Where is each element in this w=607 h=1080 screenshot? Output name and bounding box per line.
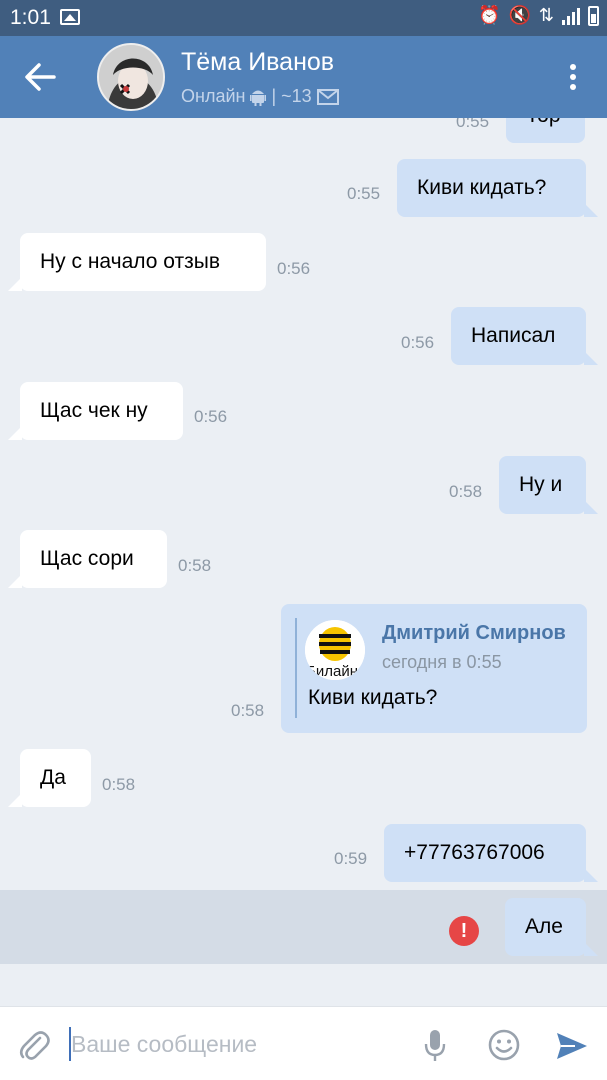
- message-text: Але: [525, 915, 563, 938]
- more-options-icon[interactable]: [569, 64, 577, 90]
- forward-author-name[interactable]: Дмитрий Смирнов: [382, 622, 566, 645]
- status-icons: ⏰ 🔇 ⇅: [478, 5, 599, 26]
- message-text: Ну с начало отзыв: [40, 250, 220, 273]
- send-icon[interactable]: [555, 1031, 589, 1061]
- status-time: 1:01: [10, 6, 51, 29]
- gallery-icon: [60, 9, 80, 25]
- alarm-icon: ⏰: [478, 5, 501, 25]
- message-time: 0:56: [401, 333, 435, 352]
- message-text: Щас чек ну: [40, 399, 148, 422]
- message-time: 0:59: [334, 849, 368, 868]
- data-transfer-icon: ⇅: [538, 5, 554, 25]
- message-text: Да: [40, 766, 66, 789]
- message-time: 0:55: [347, 184, 381, 203]
- android-icon: [250, 90, 267, 106]
- message-list[interactable]: Тор 0:55 Киви кидать? 0:55 Ну с начало о…: [0, 118, 607, 1006]
- message-time: 0:55: [456, 118, 490, 131]
- quote-bar: [295, 618, 297, 718]
- failed-message-row[interactable]: ! Але: [0, 890, 607, 964]
- forwarded-message-bubble[interactable]: Билайн Дмитрий Смирнов сегодня в 0:55 Ки…: [281, 604, 587, 733]
- status-separator: |: [271, 86, 277, 106]
- contact-status: Онлайн | ~13: [181, 86, 339, 107]
- message-input[interactable]: [71, 1025, 401, 1063]
- message-bubble-outgoing[interactable]: Киви кидать?: [397, 159, 598, 217]
- online-status: Онлайн: [181, 86, 246, 106]
- message-text: Киви кидать?: [417, 176, 547, 199]
- message-time: 0:56: [277, 259, 311, 278]
- mute-icon: 🔇: [508, 5, 531, 25]
- message-bubble-outgoing[interactable]: Тор: [506, 118, 585, 143]
- contact-avatar[interactable]: [97, 43, 165, 111]
- contact-name[interactable]: Тёма Иванов: [181, 48, 334, 77]
- message-text: Написал: [471, 324, 556, 347]
- message-bubble-outgoing[interactable]: Написал: [451, 307, 598, 365]
- forward-text: Киви кидать?: [308, 686, 438, 709]
- unread-count: ~13: [281, 86, 312, 106]
- signal-icon: [562, 7, 580, 25]
- message-bubble-incoming[interactable]: Да: [8, 749, 91, 807]
- message-text: Щас сори: [40, 547, 134, 570]
- message-bubble-incoming[interactable]: Щас чек ну: [8, 382, 183, 440]
- message-bubble-incoming[interactable]: Ну с начало отзыв: [8, 233, 266, 291]
- message-bubble-outgoing[interactable]: +77763767006: [384, 824, 598, 882]
- forward-date: сегодня в 0:55: [382, 652, 502, 672]
- message-composer: [0, 1006, 607, 1080]
- message-time: 0:58: [231, 701, 265, 720]
- status-bar: 1:01 ⏰ 🔇 ⇅: [0, 0, 607, 36]
- paperclip-icon[interactable]: [18, 1029, 50, 1063]
- forward-author-avatar-text: Билайн: [306, 663, 358, 680]
- message-text: Ну и: [519, 473, 563, 496]
- message-bubble-incoming[interactable]: Щас сори: [8, 530, 167, 588]
- smile-icon[interactable]: [488, 1029, 520, 1061]
- message-bubble-outgoing[interactable]: Ну и: [499, 456, 598, 514]
- message-time: 0:58: [449, 482, 483, 501]
- chat-header: Тёма Иванов Онлайн | ~13: [0, 36, 607, 118]
- message-time: 0:58: [102, 775, 136, 794]
- message-time: 0:56: [194, 407, 228, 426]
- back-arrow-icon[interactable]: [24, 62, 56, 92]
- forward-author-avatar[interactable]: Билайн: [305, 620, 365, 680]
- envelope-icon: [316, 88, 339, 105]
- error-icon[interactable]: !: [449, 916, 479, 946]
- microphone-icon[interactable]: [424, 1029, 446, 1063]
- message-text: +77763767006: [404, 841, 545, 864]
- message-text: Тор: [526, 118, 561, 128]
- message-time: 0:58: [178, 556, 212, 575]
- battery-icon: [588, 5, 599, 26]
- message-bubble-outgoing[interactable]: Але: [505, 898, 598, 956]
